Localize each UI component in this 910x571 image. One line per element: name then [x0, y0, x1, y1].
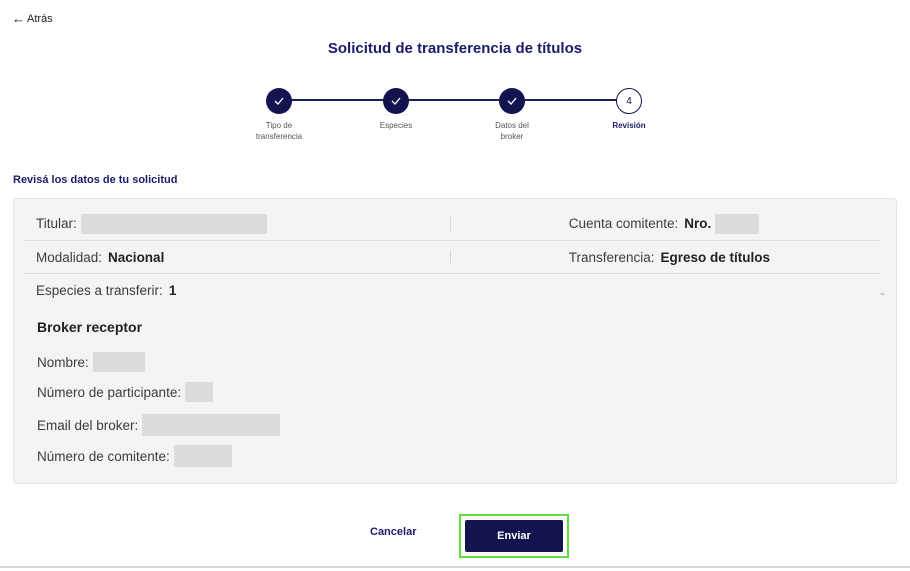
broker-comitente: Número de comitente: — [37, 445, 232, 467]
broker-participante: Número de participante: — [37, 382, 214, 402]
transferencia-label: Transferencia: — [568, 249, 655, 265]
modalidad-label: Modalidad: — [36, 249, 103, 265]
broker-email: Email del broker: — [37, 414, 281, 436]
send-button[interactable]: Enviar — [465, 520, 563, 552]
titular-field: Titular: — [24, 207, 450, 240]
titular-label: Titular: — [36, 216, 77, 231]
check-icon — [383, 88, 409, 114]
back-label: Atrás — [27, 12, 53, 25]
actions-bar: Cancelar Enviar — [0, 514, 910, 558]
stepper-line — [280, 99, 626, 101]
especies-value: 1 — [168, 282, 177, 298]
modalidad-value: Nacional — [108, 249, 165, 265]
participante-label: Número de participante: — [37, 384, 182, 400]
check-icon — [499, 88, 525, 114]
review-card: Titular: Cuenta comitente: Nro. Modalida… — [13, 198, 897, 484]
redacted-value — [92, 352, 145, 372]
redacted-value — [715, 213, 760, 234]
step-especies: Especies — [356, 88, 436, 131]
back-link[interactable]: ← Atrás — [12, 12, 53, 25]
especies-field: Especies a transferir: 1 — [24, 275, 464, 305]
modalidad-field: Modalidad: Nacional — [24, 241, 450, 273]
row-modalidad-transferencia: Modalidad: Nacional Transferencia: Egres… — [24, 241, 880, 274]
row-titular-cuenta: Titular: Cuenta comitente: Nro. — [24, 207, 880, 241]
cancel-button[interactable]: Cancelar — [370, 526, 416, 538]
redacted-value — [185, 382, 214, 402]
broker-nombre: Nombre: — [37, 352, 145, 372]
redacted-value — [80, 213, 267, 234]
bottom-divider — [0, 566, 910, 568]
step-number: 4 — [616, 88, 642, 114]
arrow-left-icon: ← — [12, 11, 25, 26]
section-heading: Revisá los datos de tu solicitud — [13, 174, 178, 186]
step-label: Revisión — [612, 121, 646, 130]
page-title: Solicitud de transferencia de títulos — [327, 40, 583, 57]
broker-title: Broker receptor — [37, 319, 143, 335]
redacted-value — [173, 445, 232, 467]
check-icon — [266, 88, 292, 114]
step-label: Tipo de transferencia — [255, 121, 303, 141]
email-label: Email del broker: — [37, 417, 139, 433]
transferencia-field: Transferencia: Egreso de títulos — [451, 241, 880, 273]
step-label: Especies — [379, 121, 413, 130]
redacted-value — [142, 414, 281, 436]
especies-label: Especies a transferir: — [36, 282, 163, 298]
stepper: Tipo de transferencia Especies Datos del… — [230, 88, 676, 168]
step-revision: 4 Revisión — [589, 88, 669, 131]
chevron-down-icon[interactable]: ⌄ — [878, 287, 886, 298]
nombre-label: Nombre: — [37, 354, 89, 370]
step-tipo-transferencia: Tipo de transferencia — [239, 88, 319, 142]
transferencia-value: Egreso de títulos — [660, 249, 771, 265]
step-label: Datos del broker — [495, 121, 529, 141]
step-datos-broker: Datos del broker — [472, 88, 552, 142]
row-especies[interactable]: Especies a transferir: 1 — [24, 275, 866, 305]
cuenta-label: Cuenta comitente: — [568, 216, 679, 231]
cuenta-field: Cuenta comitente: Nro. — [451, 207, 880, 240]
comitente-label: Número de comitente: — [37, 448, 170, 464]
send-button-highlight: Enviar — [459, 514, 569, 558]
cuenta-value: Nro. — [684, 216, 712, 231]
